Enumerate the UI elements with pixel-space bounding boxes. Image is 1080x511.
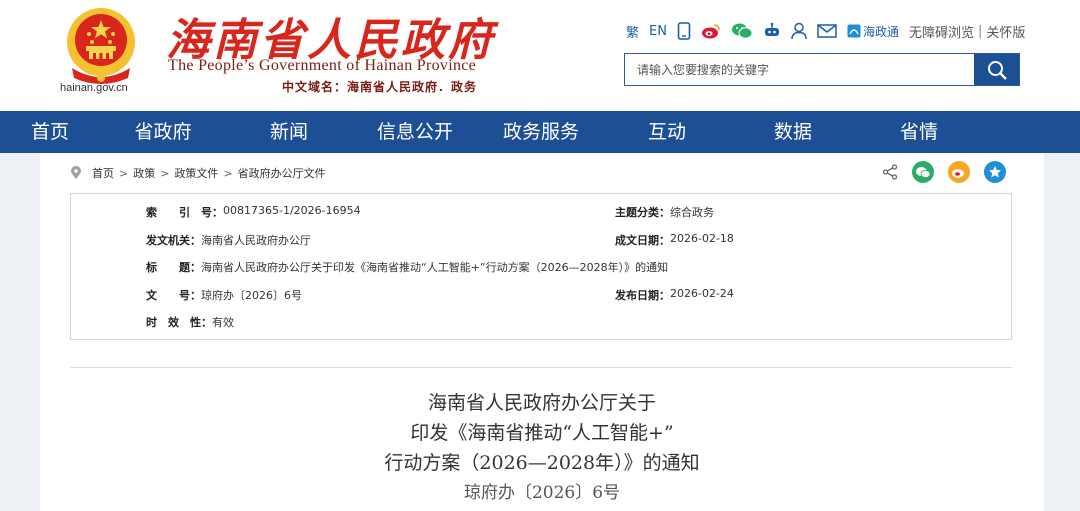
meta-row: 时 效 性： 有效 <box>71 314 1011 334</box>
meta-row: 索 引 号： 00817365-1/2026-16954 主题分类： 综合政务 <box>71 204 1011 224</box>
document-number: 琼府办〔2026〕6号 <box>463 483 621 503</box>
elderly-mode-link[interactable]: 关怀版 <box>986 22 1025 41</box>
english-link[interactable]: EN <box>649 20 667 42</box>
breadcrumb-item-home[interactable]: 首页 <box>92 165 114 181</box>
top-toolbar: 繁 EN 海政通 无障碍浏览 | 关怀版 <box>626 20 1035 42</box>
published-date-label: 发布日期： <box>615 289 670 302</box>
accessibility-label: 无障碍浏览 <box>908 25 974 41</box>
breadcrumb: 首页 > 政策 > 政策文件 > 省政府办公厅文件 <box>70 165 326 181</box>
domain-text: hainan.gov.cn <box>60 82 128 94</box>
issuer-label: 发文机关： <box>146 234 201 247</box>
main-nav: 首页 省政府 新闻 信息公开 政务服务 互动 数据 省情 <box>0 111 1080 153</box>
document-number-label: 文 号： <box>146 289 201 302</box>
nav-item-home[interactable]: 首页 <box>0 111 100 153</box>
chinese-domain-text: 中文域名：海南省人民政府．政务 <box>282 80 478 94</box>
wechat-icon[interactable] <box>731 20 753 42</box>
user-icon[interactable] <box>791 20 807 42</box>
issuer-value: 海南省人民政府办公厅 <box>201 234 311 247</box>
search-box <box>624 53 1020 86</box>
nav-item-interaction[interactable]: 互动 <box>604 111 730 153</box>
site-subtitle: The People’s Government of Hainan Provin… <box>168 57 477 74</box>
app-link[interactable]: 海政通 <box>847 20 899 42</box>
document-title-line-2: 印发《海南省推动“人工智能+” <box>410 422 674 444</box>
share-wechat-button[interactable] <box>912 161 934 183</box>
app-name: 海政通 <box>862 24 899 39</box>
search-icon <box>987 60 1007 80</box>
topic-label: 主题分类： <box>615 206 670 219</box>
nav-item-services[interactable]: 政务服务 <box>478 111 604 153</box>
wechat-icon <box>916 166 931 178</box>
nav-item-news[interactable]: 新闻 <box>226 111 352 153</box>
mobile-icon[interactable] <box>677 20 691 42</box>
nav-item-government[interactable]: 省政府 <box>100 111 226 153</box>
subject-value: 海南省人民政府办公厅关于印发《海南省推动“人工智能+”行动方案（2026—202… <box>201 261 669 274</box>
meta-row: 文 号： 琼府办〔2026〕6号 发布日期： 2026-02-24 <box>71 287 1011 307</box>
share-favorite-button[interactable] <box>984 161 1006 183</box>
share-icon[interactable] <box>882 164 898 180</box>
created-date-value: 2026-02-18 <box>670 232 734 245</box>
breadcrumb-separator: > <box>223 166 233 180</box>
nav-item-disclosure[interactable]: 信息公开 <box>352 111 478 153</box>
validity-value: 有效 <box>212 316 234 329</box>
divider <box>70 367 1012 368</box>
validity-label: 时 效 性： <box>146 316 212 329</box>
document-title-line-3: 行动方案（2026—2028年）》的通知 <box>384 452 700 474</box>
subject-label: 标 题： <box>146 261 201 274</box>
document-metadata-box: 索 引 号： 00817365-1/2026-16954 主题分类： 综合政务 发文… <box>70 193 1012 340</box>
nav-item-data[interactable]: 数据 <box>730 111 856 153</box>
topic-value: 综合政务 <box>670 206 714 219</box>
weibo-icon[interactable] <box>701 20 721 42</box>
published-date-value: 2026-02-24 <box>670 287 734 300</box>
star-icon <box>989 166 1001 178</box>
toolbar-separator: | <box>978 23 983 39</box>
breadcrumb-item-policy-docs[interactable]: 政策文件 <box>174 165 218 181</box>
robot-icon[interactable] <box>763 20 781 42</box>
breadcrumb-item-office-docs[interactable]: 省政府办公厅文件 <box>238 165 326 181</box>
location-pin-icon <box>71 166 81 179</box>
created-date-label: 成文日期： <box>615 234 670 247</box>
share-weibo-button[interactable] <box>948 161 970 183</box>
site-header: hainan.gov.cn 海南省人民政府 The People’s Gover… <box>0 0 1080 111</box>
meta-row: 发文机关： 海南省人民政府办公厅 成文日期： 2026-02-18 <box>71 232 1011 252</box>
accessibility-link[interactable]: 无障碍浏览 | 关怀版 <box>909 20 1025 42</box>
breadcrumb-separator: > <box>119 166 129 180</box>
breadcrumb-separator: > <box>160 166 170 180</box>
national-emblem-icon <box>67 8 135 84</box>
traditional-chinese-link[interactable]: 繁 <box>626 20 639 42</box>
breadcrumb-item-policy[interactable]: 政策 <box>133 165 155 181</box>
document-title-line-1: 海南省人民政府办公厅关于 <box>427 392 656 414</box>
index-label: 索 引 号： <box>146 206 223 219</box>
document-number-value: 琼府办〔2026〕6号 <box>201 289 302 302</box>
share-bar <box>882 161 1006 183</box>
content-card: 首页 > 政策 > 政策文件 > 省政府办公厅文件 索 引 号： 00817365… <box>40 153 1044 511</box>
meta-row: 标 题： 海南省人民政府办公厅关于印发《海南省推动“人工智能+”行动方案（2026… <box>71 259 1011 279</box>
search-button[interactable] <box>974 54 1019 85</box>
mail-icon[interactable] <box>817 20 837 42</box>
nav-item-province-info[interactable]: 省情 <box>856 111 982 153</box>
weibo-icon <box>952 169 964 178</box>
search-input[interactable] <box>625 54 975 85</box>
app-logo-icon <box>847 24 861 38</box>
index-value: 00817365-1/2026-16954 <box>223 204 361 217</box>
